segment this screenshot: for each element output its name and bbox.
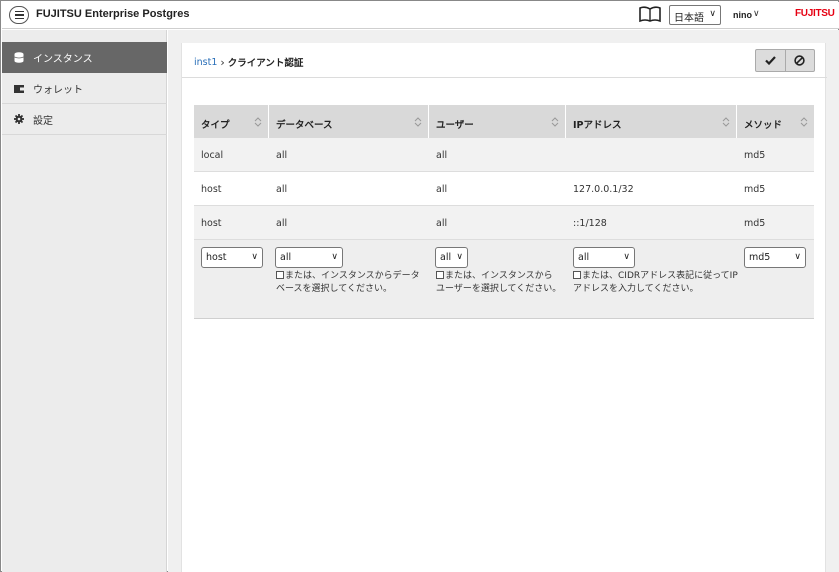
ip-checkbox[interactable] <box>573 271 581 279</box>
cancel-icon <box>794 55 805 66</box>
cell-user: all <box>436 184 448 195</box>
chevron-down-icon: ∨ <box>251 252 258 262</box>
fujitsu-logo: FUJITSU <box>795 8 835 19</box>
user-select[interactable]: all ∨ <box>435 247 468 268</box>
column-header-ip[interactable]: IPアドレス <box>566 105 737 138</box>
cell-user: all <box>436 150 448 161</box>
chevron-down-icon: ∨ <box>709 9 716 19</box>
column-header-type[interactable]: タイプ <box>194 105 269 138</box>
breadcrumb: inst1 › クライアント認証 <box>194 55 304 70</box>
confirm-button[interactable] <box>756 50 786 71</box>
user-hint-line1: または、インスタンスから <box>445 271 553 281</box>
ip-hint-line1: または、CIDRアドレス表記に従ってIP <box>582 271 738 281</box>
database-hint: または、インスタンスからデータ ベースを選択してください。 <box>276 270 420 296</box>
header-divider <box>182 77 827 78</box>
column-header-label: タイプ <box>201 120 230 131</box>
database-icon <box>14 51 24 63</box>
cell-method: md5 <box>744 218 766 229</box>
ip-select-value: all <box>578 252 590 263</box>
method-select[interactable]: md5 ∨ <box>744 247 806 268</box>
sidebar-item-instance[interactable]: インスタンス <box>2 42 167 73</box>
wallet-icon <box>14 83 24 93</box>
user-chevron-down-icon[interactable]: ∨ <box>753 9 760 19</box>
database-select[interactable]: all ∨ <box>275 247 343 268</box>
app-title: FUJITSU Enterprise Postgres <box>36 8 190 20</box>
user-name[interactable]: nino <box>733 10 752 20</box>
sort-icon <box>254 117 262 127</box>
sort-icon <box>551 117 559 127</box>
column-header-method[interactable]: メソッド <box>737 105 814 138</box>
cell-method: md5 <box>744 184 766 195</box>
type-select[interactable]: host ∨ <box>201 247 263 268</box>
sort-icon <box>722 117 730 127</box>
sort-icon <box>800 117 808 127</box>
cell-ip: 127.0.0.1/32 <box>573 184 634 195</box>
chevron-right-icon: › <box>220 55 225 69</box>
book-icon[interactable] <box>639 5 661 26</box>
column-header-database[interactable]: データベース <box>269 105 429 138</box>
hamburger-menu-icon[interactable] <box>9 6 29 24</box>
cancel-button[interactable] <box>786 50 815 71</box>
cell-database: all <box>276 184 288 195</box>
table-header: タイプ データベース ユーザー IPアドレス メソッド <box>194 105 814 138</box>
action-button-group <box>755 49 815 72</box>
column-header-label: IPアドレス <box>573 120 622 131</box>
database-hint-line2: ベースを選択してください。 <box>276 284 393 294</box>
cell-type: host <box>201 184 222 195</box>
column-header-label: データベース <box>276 120 333 131</box>
user-select-value: all <box>440 252 452 263</box>
cell-type: host <box>201 218 222 229</box>
column-header-label: メソッド <box>744 120 783 131</box>
chevron-down-icon: ∨ <box>331 252 338 262</box>
database-select-value: all <box>280 252 292 263</box>
new-entry-row: host ∨ all ∨ または、インスタンスからデータ ベースを選択してくださ… <box>194 240 814 318</box>
database-hint-line1: または、インスタンスからデータ <box>285 271 420 281</box>
client-auth-table: タイプ データベース ユーザー IPアドレス メソッド local all al… <box>194 105 814 319</box>
gear-icon <box>14 114 24 124</box>
content-panel: inst1 › クライアント認証 タイプ データベース ユーザー IPアドレス … <box>181 43 827 572</box>
cell-user: all <box>436 218 448 229</box>
cell-database: all <box>276 150 288 161</box>
ip-select[interactable]: all ∨ <box>573 247 635 268</box>
user-hint: または、インスタンスから ユーザーを選択してください。 <box>436 270 561 296</box>
sidebar-item-label: 設定 <box>33 115 53 127</box>
language-select[interactable]: 日本語 ∨ <box>669 5 721 25</box>
sidebar-item-label: インスタンス <box>33 53 93 65</box>
user-checkbox[interactable] <box>436 271 444 279</box>
sidebar-item-label: ウォレット <box>33 84 83 96</box>
column-header-user[interactable]: ユーザー <box>429 105 566 138</box>
cell-type: local <box>201 150 224 161</box>
cell-database: all <box>276 218 288 229</box>
chevron-down-icon: ∨ <box>794 252 801 262</box>
sidebar-item-settings[interactable]: 設定 <box>2 104 167 135</box>
chevron-down-icon: ∨ <box>456 252 463 262</box>
database-checkbox[interactable] <box>276 271 284 279</box>
chevron-down-icon: ∨ <box>623 252 630 262</box>
breadcrumb-link-instance[interactable]: inst1 <box>194 57 217 68</box>
column-header-label: ユーザー <box>436 120 474 131</box>
table-row[interactable]: host all all ::1/128 md5 <box>194 206 814 240</box>
page-title: クライアント認証 <box>227 58 304 69</box>
ip-hint-line2: アドレスを入力してください。 <box>573 284 699 294</box>
language-value: 日本語 <box>674 13 704 24</box>
user-hint-line2: ユーザーを選択してください。 <box>436 284 562 294</box>
cell-method: md5 <box>744 150 766 161</box>
top-header: FUJITSU Enterprise Postgres 日本語 ∨ nino ∨… <box>2 2 839 29</box>
table-row[interactable]: local all all md5 <box>194 138 814 172</box>
type-select-value: host <box>206 252 227 263</box>
sidebar-item-wallet[interactable]: ウォレット <box>2 73 167 104</box>
method-select-value: md5 <box>749 252 771 263</box>
main-area: inst1 › クライアント認証 タイプ データベース ユーザー IPアドレス … <box>168 30 839 572</box>
check-icon <box>764 56 776 65</box>
sort-icon <box>414 117 422 127</box>
cell-ip: ::1/128 <box>573 218 607 229</box>
sidebar: インスタンス ウォレット 設定 <box>2 30 167 572</box>
ip-hint: または、CIDRアドレス表記に従ってIP アドレスを入力してください。 <box>573 270 738 296</box>
table-row[interactable]: host all all 127.0.0.1/32 md5 <box>194 172 814 206</box>
app-window: FUJITSU Enterprise Postgres 日本語 ∨ nino ∨… <box>0 0 839 572</box>
